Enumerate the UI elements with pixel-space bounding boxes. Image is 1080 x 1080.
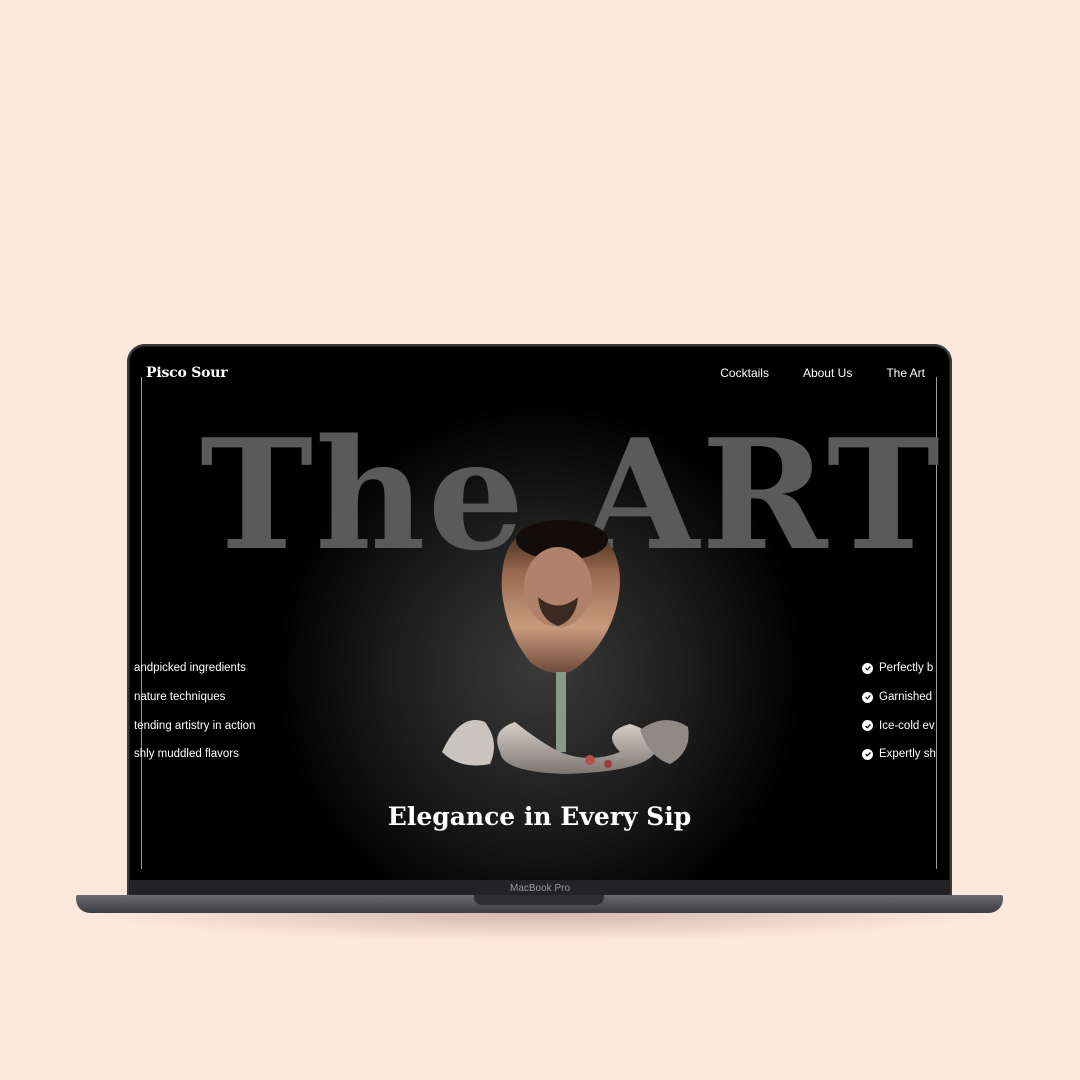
list-item: Perfectly b (862, 654, 936, 683)
device-label: MacBook Pro (509, 883, 571, 894)
cocktail-glass-image (442, 519, 689, 774)
feature-list-right: Perfectly b Garnished Ice-cold ev Expert… (862, 654, 936, 769)
nav-the-art[interactable]: The Art (886, 366, 925, 380)
laptop-screen: Pisco Sour Cocktails About Us The Art Th… (130, 347, 949, 881)
list-item: andpicked ingredients (134, 662, 246, 675)
list-item: Expertly sh (862, 740, 936, 769)
check-circle-icon (862, 662, 873, 674)
list-item: nature techniques (134, 691, 226, 704)
glass-base (497, 722, 655, 774)
brand-logo[interactable]: Pisco Sour (146, 365, 228, 381)
check-circle-icon (862, 691, 873, 703)
feature-list-left: andpicked ingredients nature techniques … (134, 654, 274, 769)
main-nav: Cocktails About Us The Art (720, 366, 925, 380)
list-item: tending artistry in action (134, 719, 256, 732)
laptop-shadow (90, 912, 990, 942)
glass-stem (556, 672, 566, 752)
nav-about-us[interactable]: About Us (803, 366, 852, 380)
frame-line-left (141, 377, 142, 869)
laptop-opening-notch (474, 895, 604, 905)
list-item: Garnished (862, 683, 936, 712)
list-item: shly muddled flavors (134, 748, 239, 761)
list-item: Ice-cold ev (862, 711, 936, 740)
nav-cocktails[interactable]: Cocktails (720, 366, 769, 380)
check-circle-icon (862, 748, 873, 760)
check-circle-icon (862, 720, 873, 732)
hero-tagline: Elegance in Every Sip (387, 802, 692, 831)
